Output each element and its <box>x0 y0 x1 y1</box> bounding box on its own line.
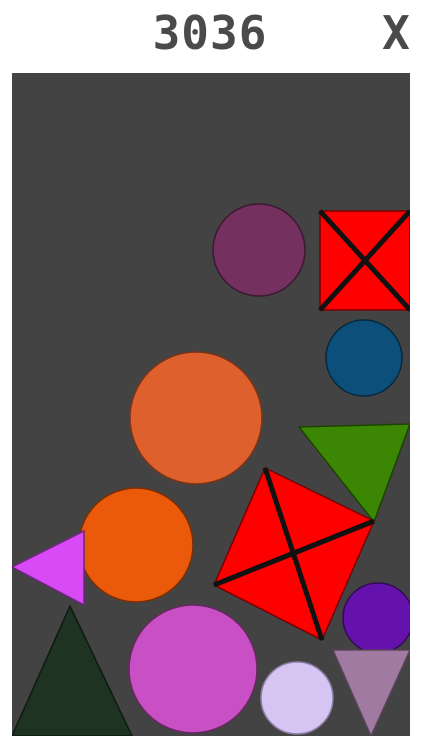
mauve-triangle[interactable] <box>331 649 410 736</box>
violet-circle[interactable] <box>342 582 410 654</box>
game-board[interactable] <box>12 73 410 736</box>
pink-circle[interactable] <box>128 604 258 734</box>
purple-circle-top[interactable] <box>212 203 306 297</box>
score-display: 3036 <box>152 6 268 60</box>
orange-circle-large[interactable] <box>129 351 263 485</box>
red-square-crossed-top[interactable] <box>318 209 410 312</box>
dark-green-triangle[interactable] <box>12 604 133 736</box>
lavender-circle[interactable] <box>260 661 334 735</box>
orange-circle[interactable] <box>78 487 194 603</box>
close-button[interactable]: X <box>374 6 418 60</box>
magenta-triangle[interactable] <box>12 529 85 607</box>
board-canvas[interactable] <box>12 73 410 736</box>
blue-circle[interactable] <box>325 319 403 397</box>
